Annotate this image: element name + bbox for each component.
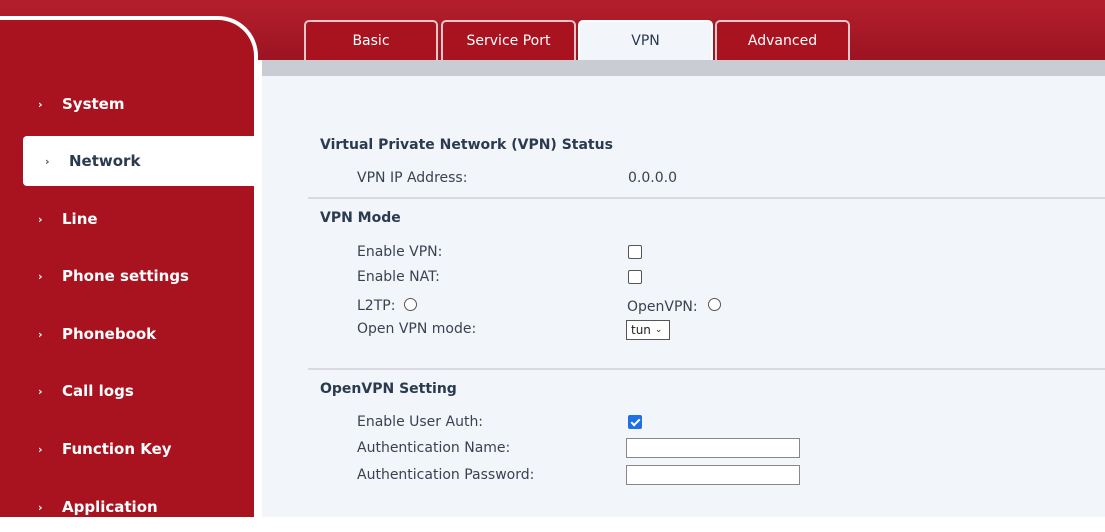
auth-name-label: Authentication Name: <box>357 440 511 456</box>
vpn-ip-address-value: 0.0.0.0 <box>628 170 677 186</box>
chevron-down-icon: ⌄ <box>654 325 663 335</box>
vpn-ip-address-label: VPN IP Address: <box>357 170 468 186</box>
sidebar-item-phone-settings[interactable]: › Phone settings <box>0 251 254 301</box>
enable-vpn-label: Enable VPN: <box>357 244 443 260</box>
sidebar-item-label: Call logs <box>62 382 134 400</box>
sidebar-item-label: Function Key <box>62 440 172 458</box>
sidebar-item-system[interactable]: › System <box>0 79 254 129</box>
l2tp-radio[interactable] <box>404 298 417 311</box>
chevron-right-icon: › <box>38 269 43 283</box>
openvpn-label: OpenVPN: <box>627 299 698 315</box>
sidebar-item-label: Phonebook <box>62 325 157 343</box>
chevron-right-icon: › <box>38 97 43 111</box>
chevron-right-icon: › <box>38 384 43 398</box>
sidebar-item-line[interactable]: › Line <box>0 194 254 244</box>
chevron-right-icon: › <box>38 212 43 226</box>
auth-password-field[interactable] <box>626 465 800 485</box>
section-title-vpn-status: Virtual Private Network (VPN) Status <box>320 137 613 153</box>
enable-nat-label: Enable NAT: <box>357 269 440 285</box>
openvpn-radio[interactable] <box>708 298 721 311</box>
sidebar-item-phonebook[interactable]: › Phonebook <box>0 309 254 359</box>
open-vpn-mode-value: tun <box>631 323 651 337</box>
chevron-right-icon: › <box>38 327 43 341</box>
sidebar-item-application[interactable]: › Application <box>0 482 254 532</box>
sidebar-item-call-logs[interactable]: › Call logs <box>0 366 254 416</box>
content-header-strip <box>262 60 1105 76</box>
sidebar-item-function-key[interactable]: › Function Key <box>0 424 254 474</box>
tab-vpn[interactable]: VPN <box>578 20 713 60</box>
divider <box>308 197 1105 199</box>
enable-vpn-checkbox[interactable] <box>628 245 642 259</box>
section-title-vpn-mode: VPN Mode <box>320 210 401 226</box>
sidebar-item-label: Network <box>69 152 141 170</box>
open-vpn-mode-select[interactable]: tun ⌄ <box>626 320 670 340</box>
section-title-openvpn-setting: OpenVPN Setting <box>320 381 457 397</box>
sidebar-item-label: Phone settings <box>62 267 189 285</box>
enable-user-auth-checkbox[interactable] <box>628 415 642 429</box>
auth-name-field[interactable] <box>626 438 800 458</box>
tab-service-port[interactable]: Service Port <box>441 20 576 60</box>
sidebar-item-label: Application <box>62 498 158 516</box>
l2tp-label: L2TP: <box>357 298 396 314</box>
tab-basic[interactable]: Basic <box>304 20 438 60</box>
chevron-right-icon: › <box>38 442 43 456</box>
sidebar-item-network[interactable]: › Network <box>23 136 257 186</box>
sidebar-item-label: System <box>62 95 125 113</box>
enable-user-auth-label: Enable User Auth: <box>357 414 484 430</box>
enable-nat-checkbox[interactable] <box>628 270 642 284</box>
auth-password-label: Authentication Password: <box>357 467 535 483</box>
chevron-right-icon: › <box>45 154 50 168</box>
divider <box>308 368 1105 370</box>
open-vpn-mode-label: Open VPN mode: <box>357 321 477 337</box>
tab-advanced[interactable]: Advanced <box>715 20 850 60</box>
chevron-right-icon: › <box>38 500 43 514</box>
sidebar-item-label: Line <box>62 210 98 228</box>
